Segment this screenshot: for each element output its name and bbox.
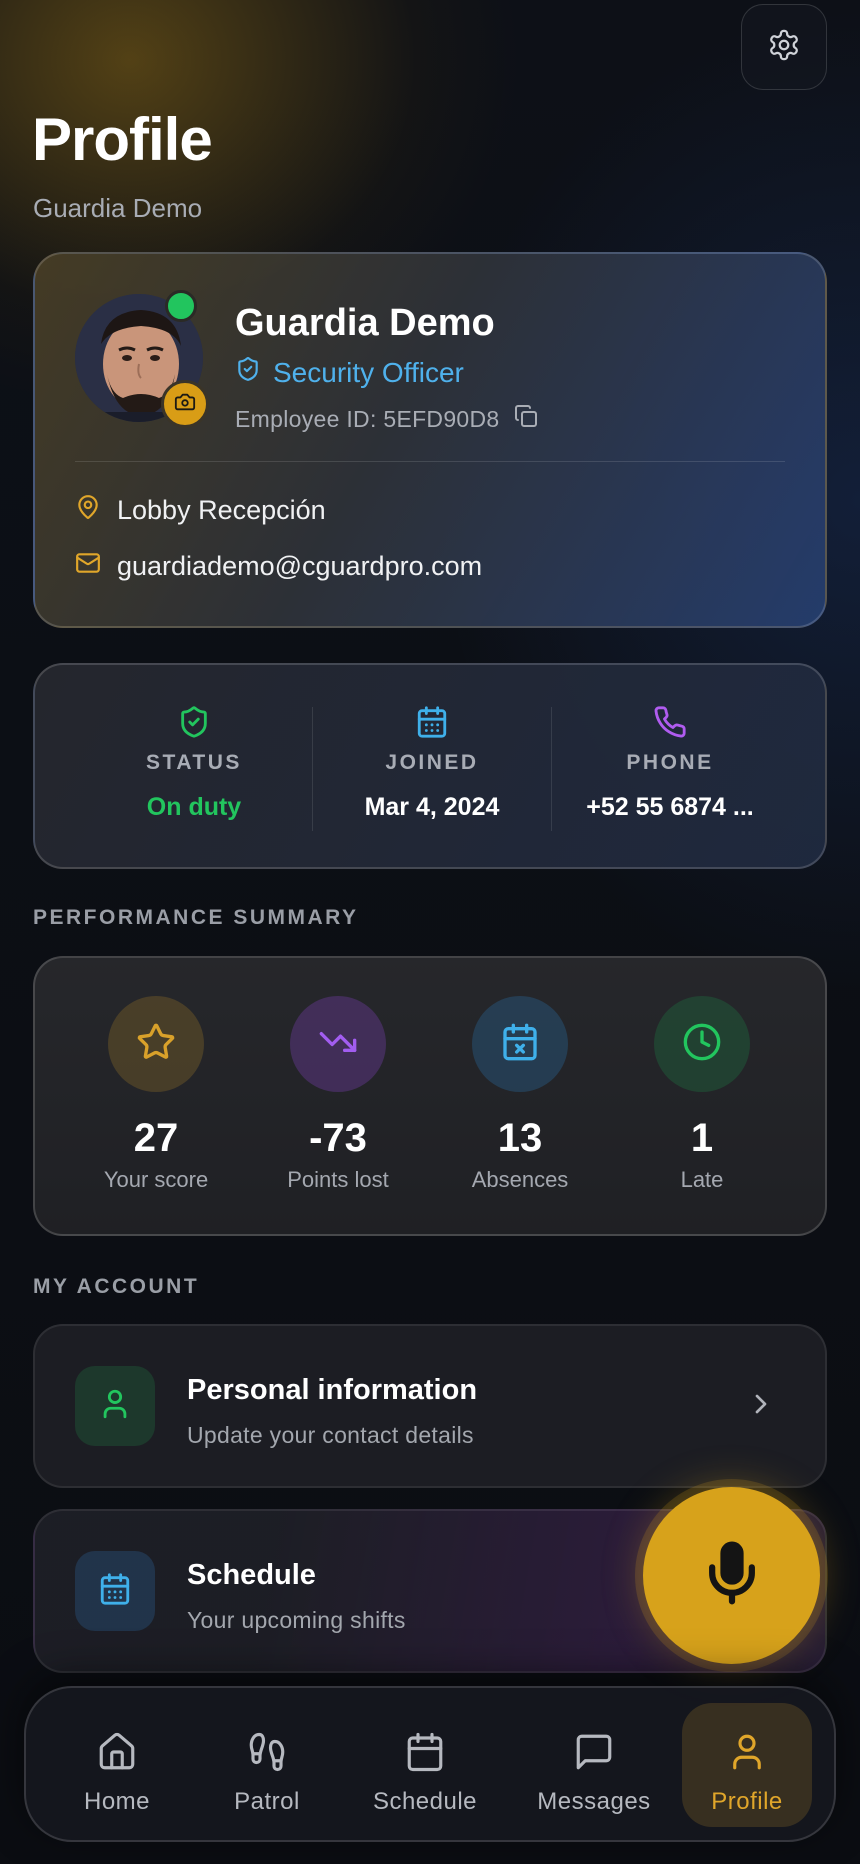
- tab-profile[interactable]: Profile: [682, 1703, 812, 1827]
- stat-value: +52 55 6874 ...: [586, 793, 754, 821]
- card-divider: [75, 461, 785, 462]
- employee-id-label: Employee ID: 5EFD90D8: [235, 405, 500, 432]
- stat-phone: PHONE +52 55 6874 ...: [551, 665, 789, 871]
- microphone-icon: [698, 1539, 766, 1612]
- user-icon: [726, 1731, 768, 1778]
- employee-role-label: Security Officer: [273, 356, 464, 388]
- page-subtitle: Guardia Demo: [33, 193, 203, 223]
- perf-value: 1: [690, 1116, 714, 1160]
- calendar-icon: [404, 1731, 446, 1778]
- employee-name: Guardia Demo: [235, 302, 495, 344]
- tab-schedule[interactable]: Schedule: [352, 1703, 498, 1827]
- map-pin-icon: [75, 494, 101, 527]
- stat-label: JOINED: [385, 751, 479, 774]
- account-section-label: MY ACCOUNT: [33, 1275, 200, 1298]
- perf-points-lost: -73 Points lost: [247, 996, 429, 1193]
- list-item-description: Update your contact details: [187, 1422, 474, 1448]
- stat-status: STATUS On duty: [75, 665, 313, 871]
- email-text: guardiademo@cguardpro.com: [117, 551, 483, 581]
- message-icon: [573, 1731, 615, 1778]
- change-photo-button[interactable]: [161, 380, 209, 428]
- gear-icon: [767, 28, 801, 67]
- perf-absences: 13 Absences: [429, 996, 611, 1193]
- clock-icon: [682, 1022, 722, 1067]
- camera-icon: [174, 391, 196, 418]
- personal-information-item[interactable]: Personal information Update your contact…: [33, 1324, 827, 1488]
- performance-card: 27 Your score -73 Points lost 13 Absence…: [33, 956, 827, 1236]
- perf-label: Your score: [103, 1167, 209, 1192]
- bottom-tab-bar: Home Patrol Schedule Messages Profile: [24, 1686, 836, 1842]
- calendar-icon: [98, 1572, 132, 1611]
- copy-icon[interactable]: [514, 404, 538, 434]
- performance-section-label: PERFORMANCE SUMMARY: [33, 906, 359, 929]
- perf-score: 27 Your score: [65, 996, 247, 1193]
- tab-label: Profile: [711, 1788, 783, 1815]
- trending-down-icon: [318, 1022, 358, 1067]
- calendar-x-icon: [500, 1022, 540, 1067]
- footprints-icon: [246, 1731, 288, 1778]
- mail-icon: [75, 550, 101, 583]
- tab-label: Home: [83, 1788, 151, 1815]
- perf-label: Absences: [471, 1167, 569, 1192]
- employee-role: Security Officer: [235, 356, 464, 389]
- perf-label: Points lost: [287, 1167, 389, 1192]
- calendar-icon: [415, 705, 449, 744]
- page-title: Profile: [32, 106, 213, 173]
- voice-assistant-button[interactable]: [643, 1487, 820, 1664]
- online-status-indicator: [165, 290, 197, 322]
- list-item-title: Schedule: [187, 1559, 316, 1591]
- location-text: Lobby Recepción: [117, 495, 326, 525]
- profile-card: Guardia Demo Security Officer Employee I…: [33, 252, 827, 628]
- shield-check-icon: [177, 705, 211, 744]
- tab-patrol[interactable]: Patrol: [202, 1703, 332, 1827]
- phone-icon: [653, 705, 687, 744]
- home-icon: [96, 1731, 138, 1778]
- perf-label: Late: [680, 1167, 724, 1192]
- stat-label: PHONE: [626, 751, 714, 774]
- email-row: guardiademo@cguardpro.com: [75, 550, 482, 583]
- stat-label: STATUS: [146, 751, 242, 774]
- shield-icon: [235, 356, 261, 389]
- perf-value: 27: [133, 1116, 179, 1160]
- stat-value: On duty: [146, 793, 242, 821]
- star-icon: [136, 1022, 176, 1067]
- perf-value: 13: [497, 1116, 543, 1160]
- tab-home[interactable]: Home: [52, 1703, 182, 1827]
- chevron-right-icon: [745, 1388, 777, 1425]
- stat-value: Mar 4, 2024: [364, 793, 500, 821]
- list-item-description: Your upcoming shifts: [187, 1607, 406, 1633]
- settings-button[interactable]: [741, 4, 827, 90]
- employee-id: Employee ID: 5EFD90D8: [235, 404, 538, 434]
- tab-label: Patrol: [234, 1788, 300, 1815]
- tab-label: Messages: [537, 1788, 651, 1815]
- user-icon: [98, 1387, 132, 1426]
- perf-late: 1 Late: [611, 996, 793, 1193]
- location-row: Lobby Recepción: [75, 494, 326, 527]
- perf-value: -73: [309, 1116, 367, 1160]
- tab-label: Schedule: [372, 1788, 478, 1815]
- stats-card: STATUS On duty JOINED Mar 4, 2024 PHONE …: [33, 663, 827, 869]
- tab-messages[interactable]: Messages: [516, 1703, 672, 1827]
- stat-joined: JOINED Mar 4, 2024: [313, 665, 551, 871]
- list-item-title: Personal information: [187, 1374, 478, 1406]
